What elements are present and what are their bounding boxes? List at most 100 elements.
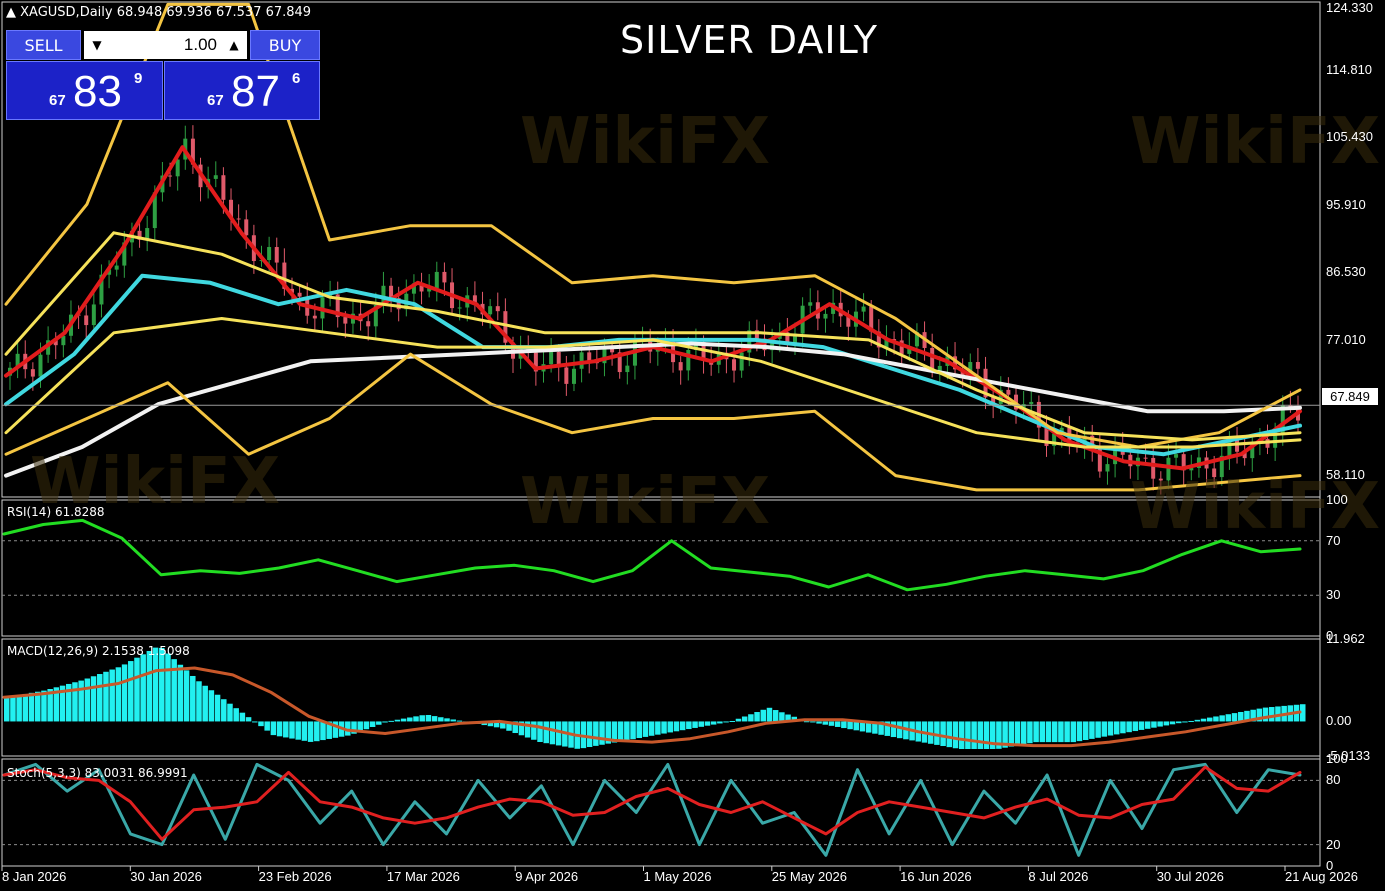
time-tick-label: 8 Jan 2026 [2,869,67,884]
macd-histogram-bar [1182,721,1188,723]
macd-histogram-bar [952,721,959,749]
time-tick-label: 17 Mar 2026 [386,869,460,884]
macd-histogram-bar [276,721,283,737]
macd-histogram-bar [419,715,425,722]
buy-price-prefix: 67 [207,92,224,109]
macd-histogram-bar [642,721,649,737]
time-tick-label: 30 Jan 2026 [130,869,202,884]
macd-histogram-bar [258,721,264,727]
macd-histogram-bar [407,717,413,722]
time-tick-label: 9 Apr 2026 [515,869,579,884]
macd-histogram-bar [369,721,376,727]
macd-histogram-bar [1225,714,1232,722]
macd-histogram-bar [1144,721,1151,729]
macd-histogram-bar [239,712,246,722]
candle-body [732,359,737,371]
buy-price-main: 87 [231,67,280,116]
buy-price-button[interactable]: 67 87 6 [164,61,320,120]
collapse-triangle-icon[interactable]: ▲ [6,5,16,20]
stoch-label: Stoch(5,3,3) 83.0031 86.9991 [7,766,188,780]
macd-histogram-bar [946,721,953,748]
macd-histogram-bar [692,721,698,728]
sell-price-prefix: 67 [49,92,66,109]
lot-increase-icon[interactable]: ▲ [221,31,247,59]
macd-histogram-bar [28,692,35,722]
rsi-tick-label: 100 [1326,492,1348,507]
lot-size-field[interactable]: ▼ 1.00 ▲ [84,31,247,59]
macd-histogram-bar [413,716,419,722]
candle-body [91,304,96,326]
macd-histogram-bar [816,721,822,724]
candle-body [274,247,279,263]
macd-histogram-bar [1107,721,1114,736]
macd-histogram-bar [1126,721,1132,733]
current-price-tag: 67.849 [1322,388,1378,405]
macd-histogram-bar [72,682,78,722]
macd-histogram-bar [723,721,729,723]
macd-histogram-bar [1113,721,1120,735]
macd-histogram-bar [376,721,382,725]
macd-histogram-bar [673,721,680,732]
macd-histogram-bar [425,714,432,722]
macd-histogram-bar [221,699,227,722]
macd-histogram-bar [196,681,202,722]
sell-price-pip: 9 [134,70,143,87]
price-tick-label: 95.910 [1326,196,1366,212]
sell-price-main: 83 [73,67,122,116]
macd-histogram-bar [1132,721,1139,732]
macd-histogram-bar [686,721,692,730]
macd-histogram-bar [729,720,736,722]
macd-histogram-bar [252,721,258,723]
ema_mid-line [4,273,1302,457]
macd-histogram-bar [741,716,748,722]
macd-histogram-bar [159,647,165,722]
rsi-label: RSI(14) 61.8288 [7,505,105,519]
macd-histogram-bar [307,721,314,742]
macd-histogram-bar [1138,721,1145,730]
macd-histogram-bar [624,721,630,741]
candle-body [297,292,302,297]
macd-histogram-bar [146,650,153,722]
macd-histogram-bar [983,721,990,750]
macd-histogram-bar [109,669,115,722]
macd-histogram-bar [1027,721,1033,744]
price-tick-label: 86.530 [1326,263,1366,279]
candle-body [587,352,592,361]
candle-body [686,350,691,371]
macd-tick-label: 0.00 [1326,713,1352,729]
macd-histogram-bar [1082,721,1089,741]
macd-histogram-bar [1101,721,1108,737]
macd-histogram-bar [748,714,754,722]
macd-histogram-bar [16,695,22,722]
macd-histogram-bar [940,721,946,747]
macd-histogram-bar [599,721,605,745]
candle-body [1029,401,1034,405]
candle-body [244,219,249,236]
macd-histogram-bar [90,676,97,722]
macd-histogram-bar [140,654,146,722]
macd-histogram-bar [586,721,593,748]
macd-histogram-bar [1064,721,1070,743]
macd-histogram-bar [958,721,965,750]
candle-body [221,175,226,200]
candle-body [495,306,500,312]
macd-histogram-bar [283,721,289,738]
macd-histogram-bar [270,721,277,736]
sell-button[interactable]: SELL [6,30,81,60]
macd-histogram-bar [1188,720,1194,722]
candle-body [1006,389,1011,395]
sell-price-button[interactable]: 67 83 9 [6,61,163,120]
macd-histogram-bar [1070,721,1077,743]
lot-decrease-icon[interactable]: ▼ [84,31,110,59]
macd-histogram-bar [320,721,326,741]
macd-histogram-bar [617,721,624,742]
macd-histogram-bar [543,721,549,744]
macd-histogram-bar [1157,721,1163,727]
macd-histogram-bar [896,721,903,739]
candle-body [442,271,447,283]
macd-histogram-bar [549,721,556,745]
lot-size-value[interactable]: 1.00 [110,31,221,59]
symbol-name: XAGUSD,Daily [20,5,113,20]
macd-histogram-bar [630,721,636,740]
buy-button[interactable]: BUY [250,30,320,60]
